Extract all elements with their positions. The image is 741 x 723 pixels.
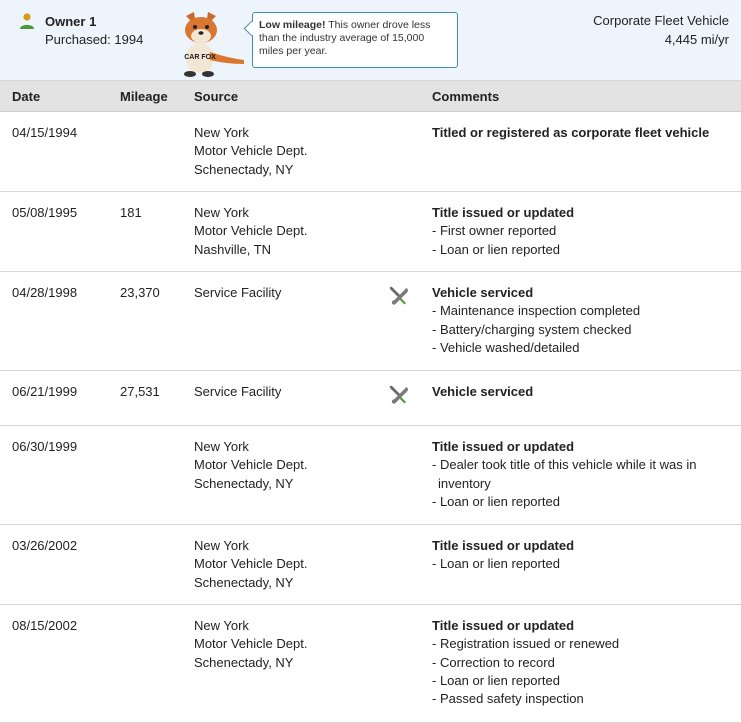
row-date: 03/26/2002 bbox=[12, 538, 78, 553]
comment-item: Registration issued or renewed bbox=[432, 635, 722, 653]
source-line: Schenectady, NY bbox=[194, 475, 294, 491]
row-date: 04/28/1998 bbox=[12, 285, 78, 300]
table-row: 06/21/1999 27,531 Service Facility Vehicle … bbox=[0, 371, 741, 426]
header-source: Source bbox=[194, 89, 239, 104]
source-line: Service Facility bbox=[194, 285, 282, 300]
source-line: Schenectady, NY bbox=[194, 654, 294, 670]
row-date: 05/08/1995 bbox=[12, 205, 78, 220]
row-date: 08/15/2002 bbox=[12, 618, 78, 633]
owner-header: Owner 1 Purchased: 1994 CAR FOX Low mile… bbox=[0, 0, 741, 81]
source-line: New York bbox=[194, 205, 249, 220]
comment-title: Title issued or updated bbox=[432, 618, 575, 633]
comment-item: Battery/charging system checked bbox=[432, 321, 722, 339]
row-mileage: 181 bbox=[120, 205, 142, 220]
source-line: New York bbox=[194, 125, 249, 140]
comment-item: Loan or lien reported bbox=[432, 241, 722, 259]
row-comments: Title issued or updated Dealer took title… bbox=[432, 438, 722, 511]
table-row: 04/28/1998 23,370 Service Facility Vehicle … bbox=[0, 272, 741, 371]
source-line: New York bbox=[194, 618, 249, 633]
mascot-text: CAR FOX bbox=[184, 54, 216, 61]
comment-item: Loan or lien reported bbox=[432, 672, 722, 690]
source-line: New York bbox=[194, 439, 249, 454]
comment-title: Title issued or updated bbox=[432, 205, 575, 220]
source-line: Service Facility bbox=[194, 384, 282, 399]
header-mileage: Mileage bbox=[120, 89, 168, 104]
row-date: 06/21/1999 bbox=[12, 384, 78, 399]
comment-item: Correction to record bbox=[432, 654, 722, 672]
table-header: Date Mileage Source Comments bbox=[0, 81, 741, 112]
comment-item: Passed safety inspection bbox=[432, 690, 722, 708]
row-comments: Titled or registered as corporate fleet … bbox=[432, 124, 722, 142]
row-date: 06/30/1999 bbox=[12, 439, 78, 454]
row-comments: Title issued or updated First owner repor… bbox=[432, 204, 722, 259]
source-line: Motor Vehicle Dept. bbox=[194, 556, 308, 572]
header-comments: Comments bbox=[432, 89, 500, 104]
row-source: New York Motor Vehicle Dept. Schenectady, … bbox=[194, 537, 307, 592]
comment-item: First owner reported bbox=[432, 222, 722, 240]
comment-item: Loan or lien reported bbox=[432, 493, 722, 511]
carfox-mascot-icon: CAR FOX bbox=[184, 12, 244, 77]
service-tools-icon bbox=[388, 285, 410, 307]
row-source: Service Facility bbox=[194, 383, 281, 401]
person-icon bbox=[20, 13, 34, 29]
source-line: Motor Vehicle Dept. bbox=[194, 223, 308, 239]
row-source: New York Motor Vehicle Dept. Schenectady, … bbox=[194, 438, 307, 493]
row-mileage: 23,370 bbox=[120, 285, 160, 300]
owner-title: Owner 1 bbox=[45, 14, 97, 29]
table-row: 06/30/1999 New York Motor Vehicle Dept. Sch… bbox=[0, 426, 741, 525]
row-comments: Title issued or updated Registration issu… bbox=[432, 617, 722, 708]
source-line: Schenectady, NY bbox=[194, 574, 294, 590]
row-comments: Title issued or updated Loan or lien repo… bbox=[432, 537, 722, 574]
table-row: 03/26/2002 New York Motor Vehicle Dept. Sch… bbox=[0, 525, 741, 605]
row-comments: Vehicle serviced Maintenance inspection c… bbox=[432, 284, 722, 357]
usage-rate: 4,445 mi/yr bbox=[664, 32, 729, 47]
comment-item: Maintenance inspection completed bbox=[432, 302, 722, 320]
comment-item: Loan or lien reported bbox=[432, 555, 722, 573]
comment-title: Title issued or updated bbox=[432, 439, 575, 454]
row-mileage: 27,531 bbox=[120, 384, 160, 399]
usage-type: Corporate Fleet Vehicle bbox=[593, 13, 729, 28]
source-line: New York bbox=[194, 538, 249, 553]
table-row: 08/15/2002 New York Motor Vehicle Dept. Sch… bbox=[0, 605, 741, 723]
row-comments: Vehicle serviced bbox=[432, 383, 722, 401]
row-source: New York Motor Vehicle Dept. Schenectady, … bbox=[194, 617, 307, 672]
table-row: 04/15/1994 New York Motor Vehicle Dept. Sch… bbox=[0, 112, 741, 192]
comment-title: Title issued or updated bbox=[432, 538, 575, 553]
table-row: 05/08/1995 181 New York Motor Vehicle Dept.… bbox=[0, 192, 741, 272]
comment-item: Vehicle washed/detailed bbox=[432, 339, 722, 357]
row-source: New York Motor Vehicle Dept. Nashville, TN bbox=[194, 204, 307, 259]
row-date: 04/15/1994 bbox=[12, 125, 78, 140]
history-table: 04/15/1994 New York Motor Vehicle Dept. Sch… bbox=[0, 112, 741, 723]
source-line: Motor Vehicle Dept. bbox=[194, 457, 308, 473]
callout-bold: Low mileage! bbox=[259, 19, 326, 31]
service-tools-icon bbox=[388, 384, 410, 406]
row-source: Service Facility bbox=[194, 284, 281, 302]
row-source: New York Motor Vehicle Dept. Schenectady, … bbox=[194, 124, 307, 179]
low-mileage-callout: Low mileage! This owner drove less than … bbox=[252, 12, 458, 68]
owner-purchased: Purchased: 1994 bbox=[45, 32, 144, 47]
comment-title: Titled or registered as corporate fleet … bbox=[432, 125, 710, 140]
comment-item: Dealer took title of this vehicle while … bbox=[432, 456, 722, 493]
source-line: Motor Vehicle Dept. bbox=[194, 143, 308, 159]
header-date: Date bbox=[12, 89, 41, 104]
source-line: Nashville, TN bbox=[194, 241, 272, 257]
source-line: Schenectady, NY bbox=[194, 161, 294, 177]
source-line: Motor Vehicle Dept. bbox=[194, 636, 308, 652]
comment-title: Vehicle serviced bbox=[432, 285, 534, 300]
comment-title: Vehicle serviced bbox=[432, 384, 534, 399]
